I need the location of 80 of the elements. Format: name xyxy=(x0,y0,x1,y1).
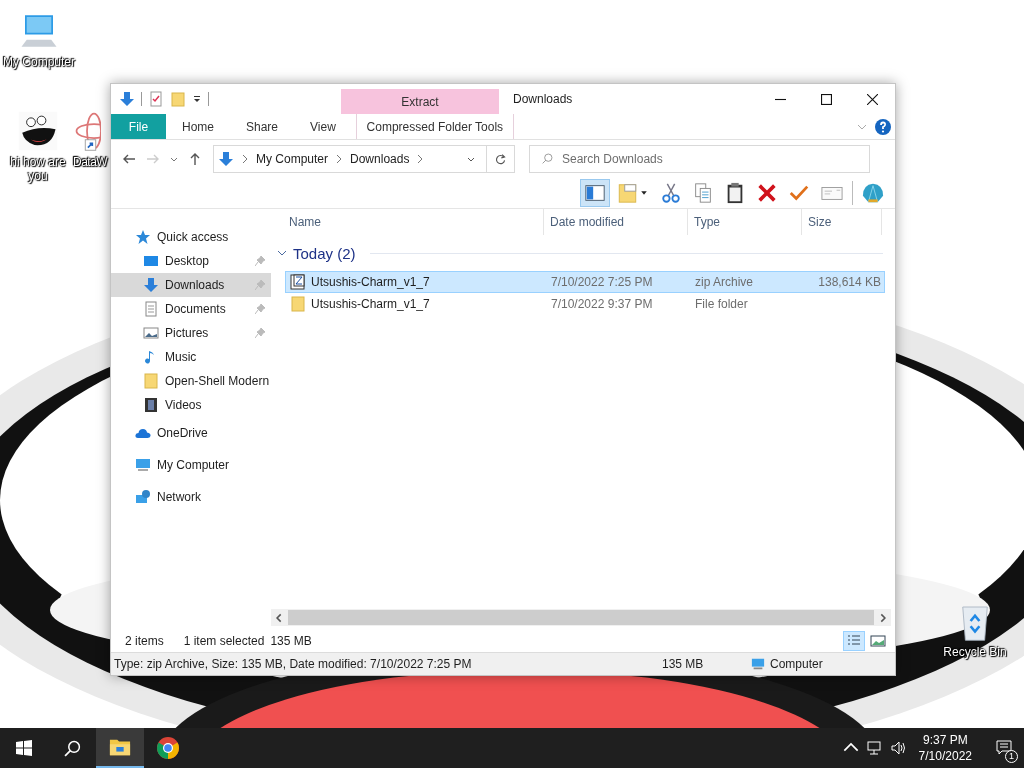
horizontal-scrollbar[interactable] xyxy=(271,609,891,626)
file-name: Utsushis-Charm_v1_7 xyxy=(311,275,430,289)
selection-count: 1 item selected xyxy=(183,634,265,648)
item-count: 2 items xyxy=(125,634,164,648)
status-location: Computer xyxy=(770,657,823,671)
sidebar-item[interactable]: Quick access xyxy=(111,225,271,249)
search-icon xyxy=(541,152,554,165)
chevron-icon[interactable] xyxy=(277,248,287,258)
star-icon xyxy=(135,229,151,245)
download-arrow-icon xyxy=(218,151,234,167)
folder-icon xyxy=(290,296,306,312)
contextual-tab[interactable]: Extract xyxy=(341,89,499,114)
file-name: Utsushis-Charm_v1_7 xyxy=(311,297,430,311)
sidebar-item[interactable]: Videos xyxy=(111,393,271,417)
close-icon[interactable] xyxy=(866,93,878,105)
sidebar-item[interactable]: Network xyxy=(111,481,271,513)
properties-icon[interactable] xyxy=(148,91,164,107)
desktop-icon-label[interactable]: My Computer xyxy=(3,55,75,69)
picture-icon xyxy=(143,325,159,341)
status-size: 135 MB xyxy=(661,657,705,671)
refresh-button[interactable] xyxy=(487,145,515,173)
ribbon-tab[interactable]: View xyxy=(294,114,352,139)
window-title: Downloads xyxy=(513,92,573,106)
chevron-icon[interactable] xyxy=(417,154,424,164)
column-header[interactable]: Type xyxy=(688,209,802,235)
type-cell-text: File folder xyxy=(694,296,749,313)
search-field[interactable]: Search Downloads xyxy=(529,145,870,173)
ribbon-tab[interactable]: Home xyxy=(166,114,230,139)
group-header[interactable]: Today (2) xyxy=(293,244,356,262)
file-row[interactable]: Utsushis-Charm_v1_7 7/10/2022 7:25 PM zip Archive 138,614 KB xyxy=(285,271,885,293)
date-cell-text: 7/10/2022 7:25 PM xyxy=(550,274,654,291)
dropdown-icon[interactable] xyxy=(192,94,202,104)
windows-logo-icon[interactable] xyxy=(16,740,32,756)
breadcrumb[interactable]: My Computer xyxy=(256,152,329,166)
sidebar-item[interactable]: Open-Shell Modern xyxy=(111,369,271,393)
address-bar[interactable]: My Computer Downloads xyxy=(213,145,487,173)
breadcrumb[interactable]: Downloads xyxy=(350,152,410,166)
column-header[interactable]: Size xyxy=(802,209,882,235)
status-text: Type: zip Archive, Size: 135 MB, Date modified: 7/10/2022 7:25 PM xyxy=(114,657,473,671)
download-arrow-icon xyxy=(143,277,159,293)
desktop-icon xyxy=(143,253,159,269)
size-cell-text: 138,614 KB xyxy=(817,274,882,291)
network-icon xyxy=(135,489,151,505)
file-explorer-taskbar-button[interactable] xyxy=(96,728,144,768)
file-row[interactable]: Utsushis-Charm_v1_7 7/10/2022 9:37 PM File folder xyxy=(285,293,885,315)
folder-icon xyxy=(143,373,159,389)
refresh-icon[interactable] xyxy=(494,152,507,166)
search-icon[interactable] xyxy=(63,739,81,757)
browser-icon[interactable] xyxy=(156,736,180,760)
selection-size: 135 MB xyxy=(270,634,312,648)
column-header[interactable]: Date modified xyxy=(544,209,688,235)
clock[interactable]: 9:37 PM 7/10/2022 xyxy=(918,732,972,764)
sidebar-item[interactable]: Documents xyxy=(111,297,271,321)
document-icon xyxy=(143,301,159,317)
network-icon[interactable] xyxy=(866,740,883,756)
atom-icon[interactable] xyxy=(73,110,101,152)
notification-badge: 1 xyxy=(1005,750,1018,763)
maximize-icon[interactable] xyxy=(820,93,832,105)
type-cell-text: zip Archive xyxy=(694,274,755,291)
sidebar-item[interactable]: My Computer xyxy=(111,449,271,481)
chevron-icon[interactable] xyxy=(242,154,248,164)
sidebar-item[interactable]: Desktop xyxy=(111,249,271,273)
zip-file-icon xyxy=(290,274,306,290)
volume-icon[interactable] xyxy=(890,740,907,756)
column-header[interactable]: Name xyxy=(271,209,544,235)
sidebar-item[interactable]: Downloads xyxy=(111,273,271,297)
date-cell-text: 7/10/2022 9:37 PM xyxy=(550,296,654,313)
chevron-icon[interactable] xyxy=(336,154,343,164)
contextual-group-tab[interactable]: Compressed Folder Tools xyxy=(355,114,514,139)
desktop-icon-label[interactable]: DataW xyxy=(73,155,108,169)
sidebar-item[interactable]: Pictures xyxy=(111,321,271,345)
ribbon-tab[interactable]: Share xyxy=(230,114,295,139)
sidebar-item[interactable]: OneDrive xyxy=(111,417,271,449)
computer-icon xyxy=(135,457,151,473)
sidebar-item[interactable]: Music xyxy=(111,345,271,369)
film-icon xyxy=(143,397,159,413)
notifications-button[interactable]: 1 xyxy=(984,728,1024,768)
help-icon[interactable] xyxy=(875,118,891,135)
download-arrow-icon[interactable] xyxy=(119,91,135,107)
computer-icon xyxy=(750,657,766,671)
